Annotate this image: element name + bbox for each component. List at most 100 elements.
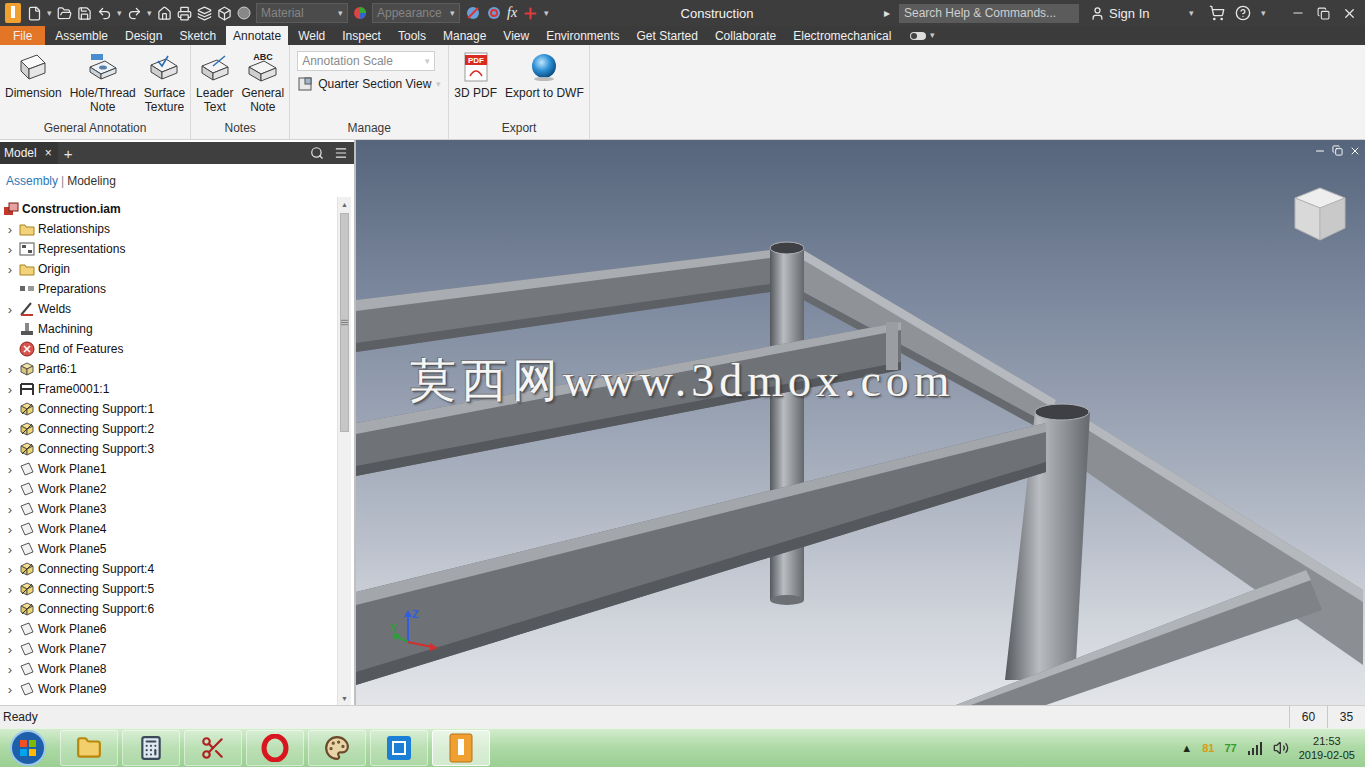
tree-item[interactable]: ›Connecting Support:3: [0, 439, 337, 459]
tree-expander[interactable]: ›: [4, 462, 16, 477]
ribbon-button[interactable]: Dimension: [3, 49, 64, 102]
ribbon-tab[interactable]: Inspect: [335, 26, 388, 45]
taskbar-app[interactable]: [122, 730, 180, 766]
tree-item[interactable]: ›Work Plane2: [0, 479, 337, 499]
select-icon[interactable]: [217, 6, 232, 21]
sign-in[interactable]: Sign In▾: [1084, 6, 1194, 21]
tree-expander[interactable]: ›: [4, 362, 16, 377]
section-view-button[interactable]: Quarter Section View▾: [297, 76, 441, 92]
tree-expander[interactable]: ›: [4, 662, 16, 677]
tree-expander[interactable]: ›: [4, 382, 16, 397]
tree-item[interactable]: ›Connecting Support:5: [0, 579, 337, 599]
ribbon-tab[interactable]: Sketch: [172, 26, 223, 45]
ribbon-tab[interactable]: Get Started: [630, 26, 705, 45]
tree-expander[interactable]: ›: [4, 602, 16, 617]
tree-expander[interactable]: ›: [4, 402, 16, 417]
ribbon-tab[interactable]: View: [496, 26, 536, 45]
viewport-restore-icon[interactable]: [1332, 145, 1343, 156]
viewport-minimize-icon[interactable]: [1314, 145, 1326, 157]
ribbon-button[interactable]: ABCGeneral Note: [239, 49, 286, 116]
restore-icon[interactable]: [1317, 7, 1330, 20]
ribbon-tab[interactable]: Tools: [391, 26, 433, 45]
tree-expander[interactable]: ›: [4, 622, 16, 637]
scroll-up[interactable]: ▲: [338, 197, 351, 211]
taskbar-app[interactable]: [60, 730, 118, 766]
new-caret[interactable]: ▾: [47, 9, 52, 18]
ribbon-tab[interactable]: Design: [118, 26, 169, 45]
add-tab-button[interactable]: +: [58, 145, 79, 162]
tree-expander[interactable]: ›: [4, 242, 16, 257]
taskbar-app[interactable]: [184, 730, 242, 766]
help-icon[interactable]: [1235, 5, 1251, 21]
tree-item[interactable]: ›Relationships: [0, 219, 337, 239]
tray-counter[interactable]: 81: [1202, 742, 1214, 754]
tree-expander[interactable]: ›: [4, 222, 16, 237]
help-caret[interactable]: ▾: [1261, 9, 1266, 18]
scroll-down[interactable]: ▼: [338, 691, 351, 705]
tree-item[interactable]: ›Part6:1: [0, 359, 337, 379]
ribbon-tab[interactable]: File: [0, 26, 45, 45]
tree-expander[interactable]: ›: [4, 562, 16, 577]
cart-icon[interactable]: [1209, 5, 1225, 21]
tree-item[interactable]: ›Connecting Support:2: [0, 419, 337, 439]
menu-icon[interactable]: [334, 146, 348, 160]
ribbon-button[interactable]: PDF3D PDF: [452, 49, 499, 102]
ribbon-tab[interactable]: Weld: [291, 26, 332, 45]
ribbon-button[interactable]: Leader Text: [194, 49, 235, 116]
ribbon-tab[interactable]: Electromechanical: [786, 26, 898, 45]
redo-icon[interactable]: [127, 6, 142, 21]
undo-caret[interactable]: ▾: [117, 9, 122, 18]
search-box[interactable]: Search Help & Commands...: [899, 4, 1079, 23]
ribbon-button[interactable]: Export to DWF: [503, 49, 586, 102]
new-icon[interactable]: [27, 6, 42, 21]
model-tab-close[interactable]: ×: [45, 146, 52, 160]
tree-item[interactable]: Construction.iam: [0, 199, 337, 219]
tree-expander[interactable]: ›: [4, 582, 16, 597]
tree-expander[interactable]: ›: [4, 682, 16, 697]
graphics-viewport[interactable]: 莫西网www.3dmox.comZY: [356, 140, 1365, 705]
tree-item[interactable]: ›Work Plane8: [0, 659, 337, 679]
tree-item[interactable]: ›Work Plane3: [0, 499, 337, 519]
measure-icon[interactable]: [522, 5, 539, 22]
browser-mode[interactable]: Assembly: [6, 174, 58, 188]
start-button[interactable]: [4, 729, 52, 767]
minimize-icon[interactable]: [1291, 6, 1305, 20]
tree-item[interactable]: ›Work Plane4: [0, 519, 337, 539]
ribbon-tab[interactable]: Assemble: [48, 26, 115, 45]
ribbon-button[interactable]: Hole/Thread Note: [68, 49, 138, 116]
tree-expander[interactable]: ›: [4, 302, 16, 317]
ribbon-tab[interactable]: Annotate: [226, 26, 288, 45]
customize-caret[interactable]: ▾: [544, 9, 549, 18]
tree-item[interactable]: ›Origin: [0, 259, 337, 279]
taskbar-app[interactable]: [370, 730, 428, 766]
tray-counter[interactable]: 77: [1224, 742, 1236, 754]
tree-item[interactable]: ›Connecting Support:1: [0, 399, 337, 419]
parameters-button[interactable]: fx: [507, 5, 517, 21]
taskbar-app[interactable]: [308, 730, 366, 766]
panel-toggle[interactable]: ▾: [901, 26, 943, 45]
search-icon[interactable]: [310, 146, 324, 160]
tree-expander[interactable]: ›: [4, 542, 16, 557]
taskbar-app[interactable]: [246, 730, 304, 766]
ribbon-tab[interactable]: Collaborate: [708, 26, 783, 45]
browser-mode[interactable]: Modeling: [67, 174, 116, 188]
clock[interactable]: 21:532019-02-05: [1299, 734, 1355, 762]
ribbon-button[interactable]: Surface Texture: [142, 49, 187, 116]
tree-item[interactable]: ›Work Plane1: [0, 459, 337, 479]
tree-item[interactable]: Machining: [0, 319, 337, 339]
ribbon-tab[interactable]: Manage: [436, 26, 493, 45]
tree-item[interactable]: ›Frame0001:1: [0, 379, 337, 399]
scroll-thumb[interactable]: [340, 213, 349, 432]
open-icon[interactable]: [57, 6, 72, 21]
tree-expander[interactable]: ›: [4, 502, 16, 517]
tree-expander[interactable]: ›: [4, 262, 16, 277]
tree-expander[interactable]: ›: [4, 482, 16, 497]
home-icon[interactable]: [157, 6, 172, 21]
tree-item[interactable]: ›Connecting Support:4: [0, 559, 337, 579]
update-icon[interactable]: [197, 6, 212, 21]
tree-item[interactable]: ›Welds: [0, 299, 337, 319]
tree-expander[interactable]: ›: [4, 422, 16, 437]
tree-item[interactable]: ›Representations: [0, 239, 337, 259]
tree-expander[interactable]: ›: [4, 442, 16, 457]
tray-expand[interactable]: ▲: [1181, 742, 1192, 754]
